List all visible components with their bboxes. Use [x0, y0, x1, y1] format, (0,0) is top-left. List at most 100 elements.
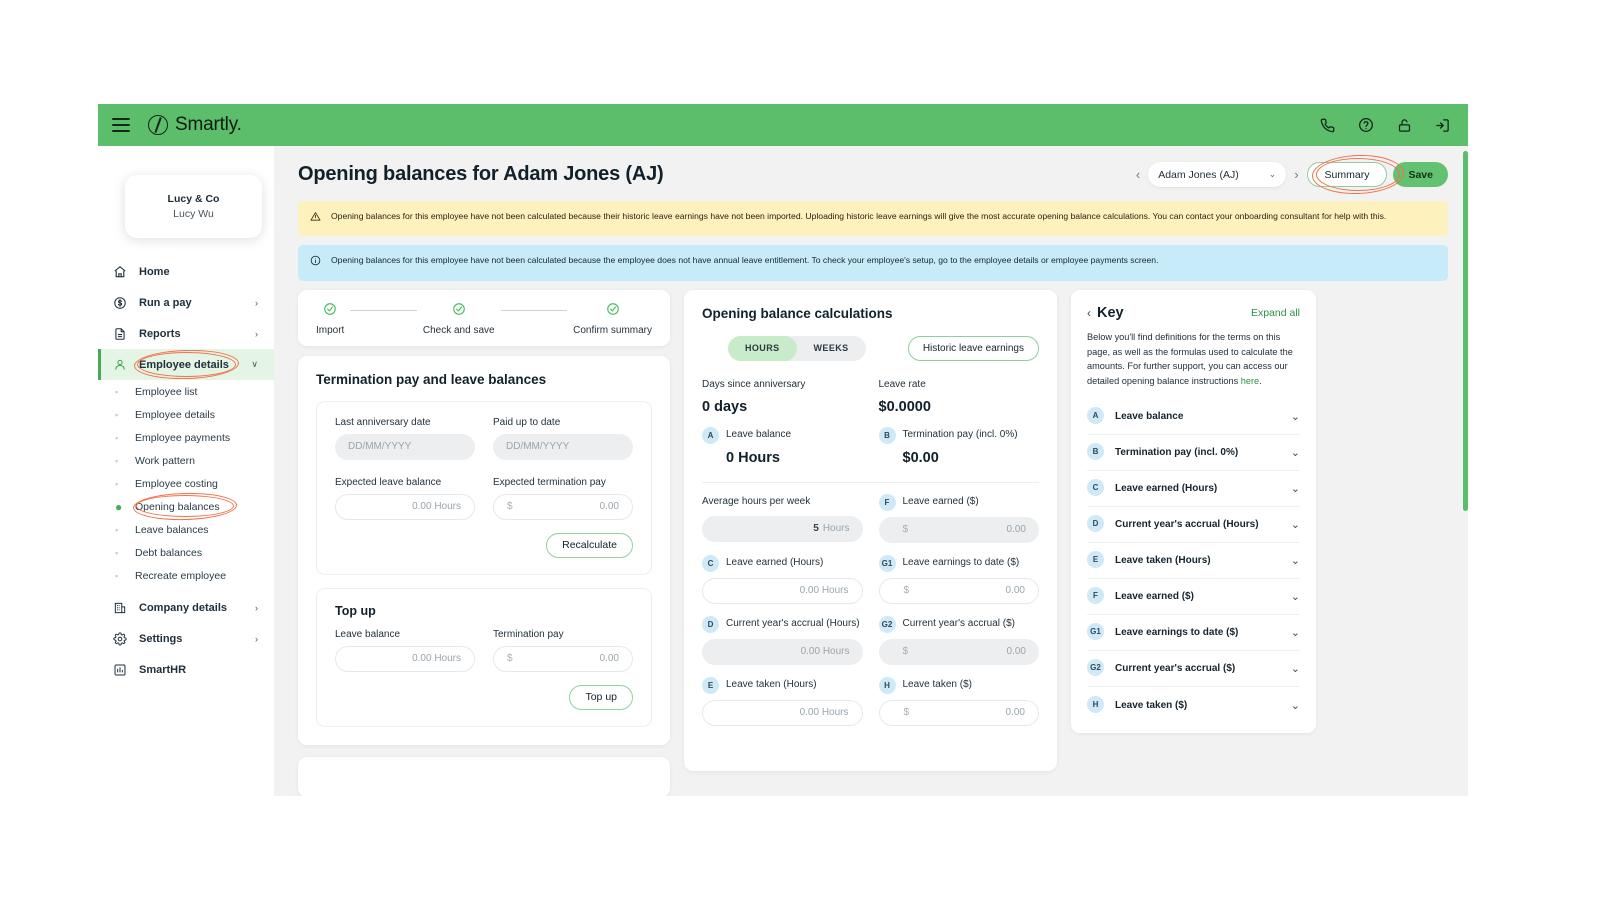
- chevron-down-icon[interactable]: ⌄: [1291, 518, 1300, 531]
- step-label: Check and save: [422, 324, 495, 336]
- field-value: DD/MM/YYYY: [348, 441, 412, 453]
- chevron-down-icon[interactable]: ⌄: [1291, 626, 1300, 639]
- chevron-down-icon[interactable]: ⌄: [1291, 662, 1300, 675]
- last-anniversary-date-input[interactable]: DD/MM/YYYY: [335, 433, 475, 460]
- recalculate-button[interactable]: Recalculate: [546, 532, 633, 558]
- prev-employee-button[interactable]: ‹: [1134, 167, 1142, 182]
- next-employee-button[interactable]: ›: [1292, 167, 1300, 182]
- page-header: Opening balances for Adam Jones (AJ) ‹ A…: [298, 153, 1448, 196]
- toggle-option-weeks[interactable]: WEEKS: [797, 336, 866, 361]
- calc-value: 0.00 Hours: [800, 646, 850, 658]
- badge-b: B: [878, 426, 896, 444]
- key-row-e[interactable]: E Leave taken (Hours) ⌄: [1087, 543, 1300, 580]
- chevron-down-icon[interactable]: ⌄: [1291, 554, 1300, 567]
- step-check-and-save[interactable]: Check and save: [423, 302, 495, 336]
- help-icon[interactable]: [1358, 117, 1374, 133]
- sidebar-subitem-employee-details[interactable]: ▪ Employee details: [98, 403, 274, 426]
- leave-taken-dollars-input[interactable]: $ 0.00: [878, 699, 1039, 726]
- badge-d: D: [702, 615, 719, 633]
- leave-earned-hours-input[interactable]: 0.00 Hours: [702, 577, 863, 604]
- save-button[interactable]: Save: [1393, 162, 1448, 187]
- sidebar-item-home[interactable]: Home: [98, 256, 274, 287]
- calc-current-year-accrual-hours: D Current year's accrual (Hours) 0.00 Ho…: [702, 615, 863, 665]
- sidebar-item-settings[interactable]: Settings ›: [98, 623, 274, 654]
- key-row-d[interactable]: D Current year's accrual (Hours) ⌄: [1087, 507, 1300, 544]
- chevron-down-icon[interactable]: ⌄: [1291, 590, 1300, 603]
- calc-divider: [702, 481, 1039, 483]
- smartly-logo-icon: [148, 115, 168, 135]
- key-row-label: Leave taken (Hours): [1115, 555, 1211, 567]
- calc-label: Current year's accrual ($): [902, 617, 1016, 629]
- key-row-h[interactable]: H Leave taken ($) ⌄: [1087, 687, 1300, 723]
- field-topup-termination-pay: Termination pay $ 0.00: [493, 629, 633, 672]
- sidebar-subitem-opening-balances[interactable]: ● Opening balances: [98, 495, 274, 518]
- logout-icon[interactable]: [1435, 118, 1450, 133]
- sidebar-subitem-work-pattern[interactable]: ▪ Work pattern: [98, 449, 274, 472]
- sidebar-subitem-employee-payments[interactable]: ▪ Employee payments: [98, 426, 274, 449]
- sidebar-subitem-recreate-employee[interactable]: ▪ Recreate employee: [98, 564, 274, 587]
- hours-weeks-toggle[interactable]: HOURS WEEKS: [728, 335, 866, 361]
- paid-up-to-date-input[interactable]: DD/MM/YYYY: [493, 433, 633, 460]
- current-year-accrual-dollars-input[interactable]: $ 0.00: [878, 638, 1039, 665]
- page-header-actions: ‹ Adam Jones (AJ) ⌄ › Summary Save: [1134, 153, 1448, 196]
- sidebar-item-smarthr[interactable]: SmartHR: [98, 654, 274, 685]
- employee-select[interactable]: Adam Jones (AJ) ⌄: [1148, 162, 1287, 187]
- calc-leave-taken-hours: E Leave taken (Hours) 0.00 Hours: [702, 676, 863, 726]
- current-year-accrual-hours-input[interactable]: 0.00 Hours: [702, 638, 863, 665]
- leave-earnings-to-date-input[interactable]: $ 0.00: [878, 577, 1039, 604]
- chevron-down-icon[interactable]: ⌄: [1291, 482, 1300, 495]
- chevron-down-icon[interactable]: ⌄: [1291, 699, 1300, 712]
- step-label: Import: [316, 324, 345, 336]
- page-scrollbar[interactable]: [1463, 151, 1468, 511]
- sidebar-item-run-a-pay[interactable]: Run a pay ›: [98, 287, 274, 318]
- step-connector: [350, 310, 417, 312]
- org-card[interactable]: Lucy & Co Lucy Wu: [125, 175, 262, 238]
- toggle-option-hours[interactable]: HOURS: [728, 335, 797, 361]
- summary-button[interactable]: Summary: [1306, 162, 1388, 187]
- progress-stepper: Import Check and save Confirm summary: [298, 289, 670, 346]
- sidebar-subitem-employee-list[interactable]: ▪ Employee list: [98, 380, 274, 403]
- step-confirm-summary[interactable]: Confirm summary: [573, 302, 652, 336]
- sidebar-item-company-details[interactable]: Company details ›: [98, 592, 274, 623]
- field-label: Leave balance: [335, 628, 401, 640]
- step-import[interactable]: Import: [316, 302, 344, 336]
- historic-leave-earnings-button[interactable]: Historic leave earnings: [907, 335, 1039, 361]
- chevron-down-icon[interactable]: ⌄: [1291, 446, 1300, 459]
- sidebar-subitem-employee-costing[interactable]: ▪ Employee costing: [98, 472, 274, 495]
- badge-g2: G2: [878, 615, 896, 633]
- badge-a: A: [702, 426, 719, 444]
- back-chevron-icon[interactable]: ‹: [1087, 306, 1091, 320]
- leave-earned-dollars-input[interactable]: $ 0.00: [878, 516, 1039, 543]
- expected-leave-balance-input[interactable]: 0.00 Hours: [335, 493, 475, 520]
- key-row-g2[interactable]: G2 Current year's accrual ($) ⌄: [1087, 651, 1300, 688]
- lock-icon[interactable]: [1397, 118, 1412, 133]
- sidebar-subitem-label: Recreate employee: [135, 569, 227, 582]
- sidebar-subitem-leave-balances[interactable]: ▪ Leave balances: [98, 518, 274, 541]
- key-description-period: .: [1259, 376, 1262, 387]
- sidebar-subitem-debt-balances[interactable]: ▪ Debt balances: [98, 541, 274, 564]
- app-window: Smartly. Lucy & Co Lucy Wu Home Run a pa…: [98, 104, 1468, 796]
- average-hours-input[interactable]: 5 Hours: [702, 515, 863, 542]
- leave-taken-hours-input[interactable]: 0.00 Hours: [702, 699, 863, 726]
- key-row-f[interactable]: F Leave earned ($) ⌄: [1087, 579, 1300, 616]
- key-row-label: Leave balance: [1115, 411, 1184, 423]
- document-icon: [113, 327, 133, 341]
- key-row-c[interactable]: C Leave earned (Hours) ⌄: [1087, 471, 1300, 508]
- sidebar-item-employee-details[interactable]: Employee details ∨: [98, 349, 274, 380]
- expand-all-link[interactable]: Expand all: [1251, 307, 1300, 319]
- key-row-a[interactable]: A Leave balance ⌄: [1087, 399, 1300, 436]
- menu-icon[interactable]: [112, 118, 130, 132]
- key-row-b[interactable]: B Termination pay (incl. 0%) ⌄: [1087, 435, 1300, 472]
- chevron-down-icon[interactable]: ⌄: [1291, 410, 1300, 423]
- info-circle-icon: [310, 254, 322, 270]
- sidebar-item-reports[interactable]: Reports ›: [98, 318, 274, 349]
- key-description-link[interactable]: here: [1241, 376, 1259, 386]
- top-up-button[interactable]: Top up: [569, 684, 633, 710]
- currency-prefix: $: [902, 646, 909, 658]
- topup-leave-balance-input[interactable]: 0.00 Hours: [335, 645, 475, 672]
- key-row-g1[interactable]: G1 Leave earnings to date ($) ⌄: [1087, 615, 1300, 652]
- topup-termination-pay-input[interactable]: $ 0.00: [493, 645, 633, 672]
- phone-icon[interactable]: [1320, 118, 1335, 133]
- expected-termination-pay-input[interactable]: $ 0.00: [493, 493, 633, 520]
- badge-c: C: [1087, 479, 1104, 497]
